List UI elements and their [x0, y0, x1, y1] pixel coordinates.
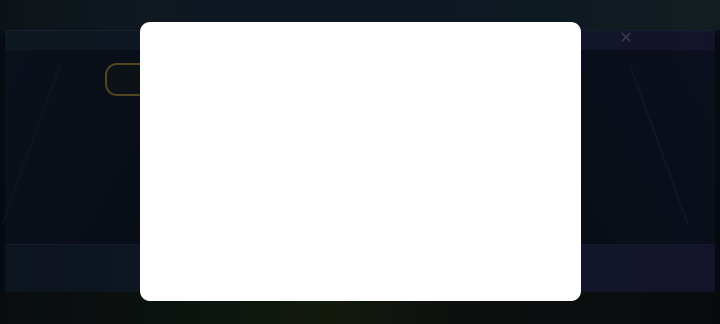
- modal-dialog: [140, 22, 581, 301]
- app-stage: ✕: [0, 0, 720, 324]
